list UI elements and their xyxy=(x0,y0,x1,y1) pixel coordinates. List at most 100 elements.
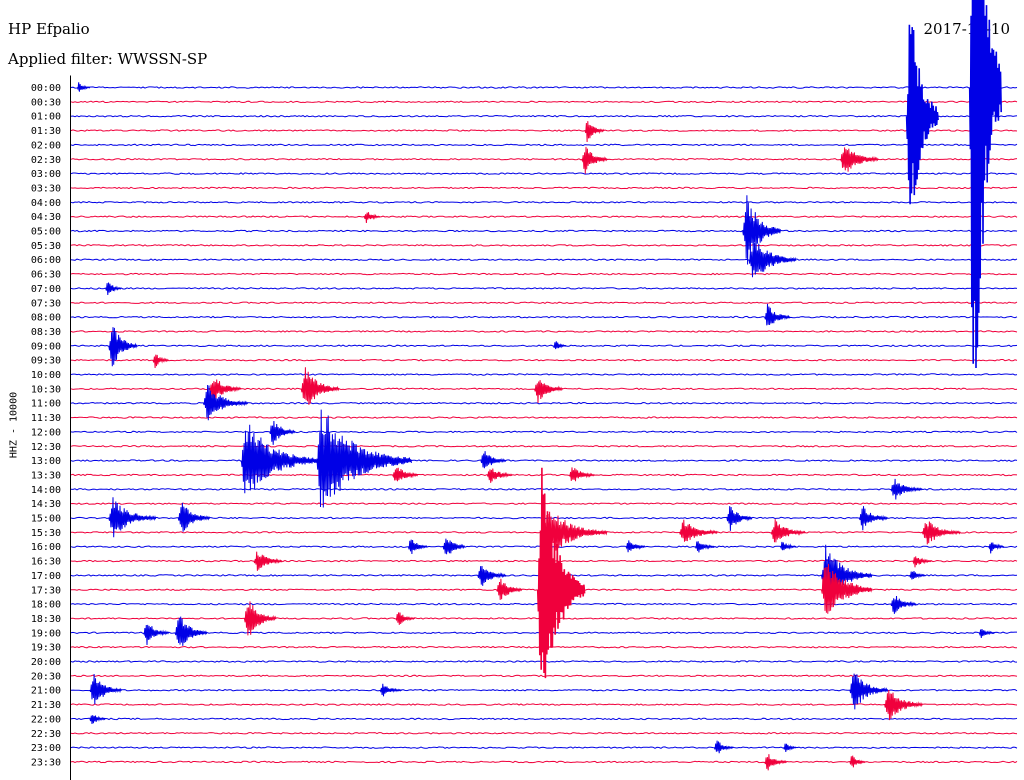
trace-row xyxy=(70,760,1018,764)
trace-row xyxy=(70,301,1018,304)
time-label: 09:00 xyxy=(31,341,61,352)
seismic-event xyxy=(76,82,91,92)
trace-row xyxy=(70,86,1018,89)
seismic-event xyxy=(442,538,466,555)
trace-row xyxy=(70,473,1018,477)
time-label: 17:00 xyxy=(31,571,61,582)
trace-row xyxy=(70,315,1018,319)
trace-row xyxy=(70,100,1018,104)
trace-row xyxy=(70,732,1018,735)
seismic-event xyxy=(713,740,734,754)
time-label: 22:30 xyxy=(31,729,61,740)
trace-row xyxy=(70,344,1018,348)
seismic-event xyxy=(764,303,791,326)
seismic-event xyxy=(764,754,787,771)
seismic-event xyxy=(152,354,169,369)
time-label: 23:30 xyxy=(31,757,61,768)
time-label: 20:00 xyxy=(31,657,61,668)
time-label: 21:00 xyxy=(31,686,61,697)
seismic-event xyxy=(988,542,1005,554)
seismic-event xyxy=(581,146,608,174)
seismic-event xyxy=(568,467,595,482)
trace-row xyxy=(70,703,1018,706)
seismic-event xyxy=(89,673,122,705)
time-label: 00:30 xyxy=(31,97,61,108)
time-label: 10:30 xyxy=(31,384,61,395)
trace-row xyxy=(70,172,1018,175)
time-label-layer: 00:00 00:30 01:00 01:30 02:00 02:30 03:00 03:30… xyxy=(31,83,61,768)
time-label: 08:30 xyxy=(31,327,61,338)
seismic-event xyxy=(679,519,718,542)
trace-row xyxy=(70,358,1018,362)
seismic-event xyxy=(379,683,403,697)
time-label: 15:00 xyxy=(31,514,61,525)
seismic-event xyxy=(909,571,926,580)
time-label: 16:00 xyxy=(31,542,61,553)
seismic-event xyxy=(392,467,419,482)
time-label: 11:00 xyxy=(31,399,61,410)
seismic-event xyxy=(407,539,428,555)
trace-row xyxy=(70,746,1018,749)
seismic-event xyxy=(477,565,507,586)
time-label: 06:30 xyxy=(31,270,61,281)
trace-row xyxy=(70,373,1018,376)
seismic-event xyxy=(978,628,995,639)
time-label: 17:30 xyxy=(31,585,61,596)
time-label: 13:00 xyxy=(31,456,61,467)
time-label: 03:30 xyxy=(31,183,61,194)
trace-row xyxy=(70,229,1018,233)
seismic-event xyxy=(780,541,797,551)
time-label: 10:00 xyxy=(31,370,61,381)
seismic-event xyxy=(783,743,797,752)
time-label: 04:00 xyxy=(31,198,61,209)
trace-row xyxy=(70,114,1018,118)
seismic-event xyxy=(486,468,513,483)
helicorder-chart: 00:00 00:30 01:00 01:30 02:00 02:30 03:00 03:30… xyxy=(31,0,1018,780)
seismic-event xyxy=(316,409,412,508)
seismic-event xyxy=(890,478,923,500)
seismic-event xyxy=(174,616,208,646)
seismic-event xyxy=(890,595,917,614)
time-label: 18:00 xyxy=(31,600,61,611)
time-label: 19:30 xyxy=(31,643,61,654)
trace-row xyxy=(70,330,1018,333)
time-label: 03:00 xyxy=(31,169,61,180)
trace-row xyxy=(70,445,1018,448)
seismic-event xyxy=(968,0,1002,369)
seismic-event xyxy=(300,367,340,405)
time-label: 04:30 xyxy=(31,212,61,223)
trace-row xyxy=(70,674,1018,678)
time-label: 13:30 xyxy=(31,470,61,481)
time-label: 05:30 xyxy=(31,241,61,252)
trace-row xyxy=(70,215,1018,218)
time-label: 12:00 xyxy=(31,427,61,438)
trace-row xyxy=(71,416,1018,419)
time-label: 01:00 xyxy=(31,112,61,123)
seismic-event xyxy=(89,715,106,725)
time-label: 15:30 xyxy=(31,528,61,539)
time-label: 00:00 xyxy=(31,83,61,94)
seismic-event xyxy=(395,612,416,625)
seismic-event xyxy=(849,755,866,768)
trace-row xyxy=(70,186,1018,190)
time-label: 20:30 xyxy=(31,671,61,682)
seismic-event xyxy=(496,578,523,600)
time-label: 14:30 xyxy=(31,499,61,510)
seismic-event xyxy=(884,689,923,721)
time-label: 06:00 xyxy=(31,255,61,266)
seismic-event xyxy=(534,380,563,404)
seismic-event xyxy=(905,24,939,205)
trace-row xyxy=(70,201,1017,204)
trace-row xyxy=(70,430,1018,434)
time-label: 16:30 xyxy=(31,557,61,568)
time-label: 07:30 xyxy=(31,298,61,309)
time-label: 05:00 xyxy=(31,227,61,238)
seismic-event xyxy=(625,540,646,553)
time-label: 18:30 xyxy=(31,614,61,625)
seismic-event xyxy=(584,121,605,143)
time-label: 14:00 xyxy=(31,485,61,496)
seismic-event xyxy=(143,624,170,646)
time-label: 01:30 xyxy=(31,126,61,137)
trace-row xyxy=(70,459,1018,462)
trace-row xyxy=(70,487,1018,491)
